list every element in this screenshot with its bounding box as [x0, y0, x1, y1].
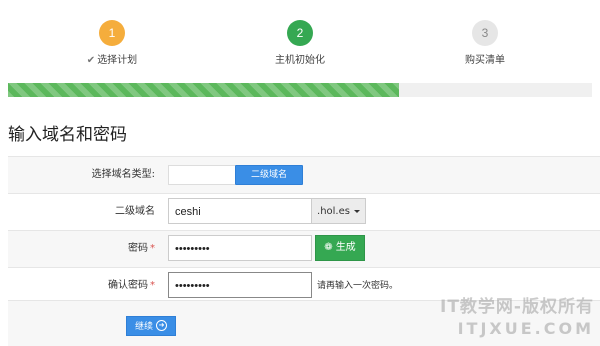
subdomain-input[interactable]: ceshi	[168, 198, 312, 224]
row-confirm-password: 确认密码 * ••••••••• 请再输入一次密码。	[8, 267, 600, 304]
generate-label: 生成	[335, 242, 356, 253]
step-3-number: 3	[472, 20, 498, 46]
continue-label: 继续	[134, 322, 153, 332]
confirm-password-input[interactable]: •••••••••	[168, 272, 312, 298]
submit-area: 继续 ➜	[8, 300, 600, 346]
row-subdomain: 二级域名 ceshi .hol.es	[8, 193, 600, 230]
continue-button[interactable]: 继续 ➜	[126, 316, 176, 336]
required-marker: *	[150, 280, 155, 291]
step-1-number: 1	[99, 20, 125, 46]
step-2-label: 主机初始化	[275, 55, 325, 66]
password-input[interactable]: •••••••••	[168, 235, 312, 261]
check-icon: ✔	[86, 55, 96, 66]
confirm-password-hint: 请再输入一次密码。	[317, 281, 399, 291]
page: 1 ✔ 选择计划 2 主机初始化 3 购买清单 输入域名和密码 选择域名类型: 二…	[0, 0, 600, 346]
domain-type-label: 选择域名类型:	[91, 169, 155, 180]
confirm-password-label: 确认密码	[108, 280, 148, 291]
row-domain-type: 选择域名类型: 二级域名	[8, 156, 600, 193]
step-3-label: 购买清单	[465, 55, 505, 66]
step-2[interactable]: 2 主机初始化	[220, 20, 380, 66]
domain-type-option-blank[interactable]	[168, 165, 235, 185]
domain-suffix-dropdown[interactable]: .hol.es	[312, 198, 366, 224]
domain-type-subdomain-button[interactable]: 二级域名	[235, 165, 303, 185]
arrow-right-circle-icon: ➜	[156, 320, 167, 331]
row-password: 密码 * ••••••••• ❁ 生成	[8, 230, 600, 267]
progress-bar	[8, 83, 592, 97]
page-title: 输入域名和密码	[8, 125, 127, 145]
step-1[interactable]: 1 ✔ 选择计划	[32, 20, 192, 66]
password-label: 密码	[128, 243, 148, 254]
subdomain-label: 二级域名	[115, 206, 155, 217]
caret-down-icon	[353, 209, 360, 213]
gear-icon: ❁	[324, 242, 333, 253]
domain-password-form: 选择域名类型: 二级域名 二级域名 ceshi .hol.es 密码 * ••••…	[8, 156, 600, 304]
step-1-label: 选择计划	[97, 55, 138, 66]
step-3: 3 购买清单	[405, 20, 565, 66]
progress-fill	[8, 83, 400, 97]
step-wizard: 1 ✔ 选择计划 2 主机初始化 3 购买清单	[0, 0, 600, 80]
domain-suffix-value: .hol.es	[317, 206, 350, 217]
required-marker: *	[150, 243, 155, 254]
generate-password-button[interactable]: ❁ 生成	[315, 235, 365, 261]
step-2-number: 2	[287, 20, 313, 46]
